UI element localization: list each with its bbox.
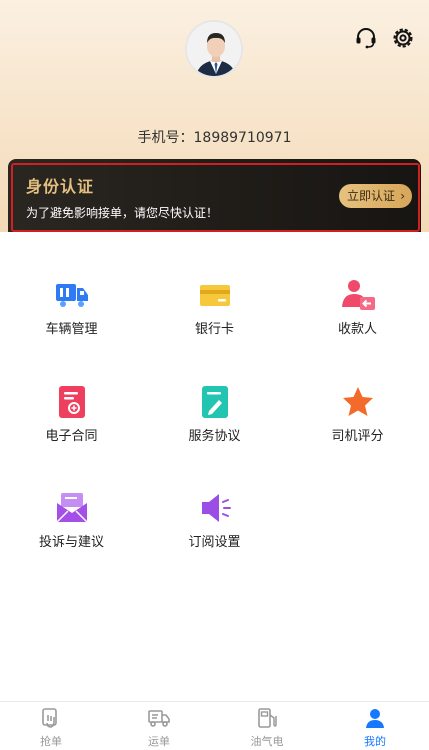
agreement-icon: [197, 384, 233, 420]
verify-description: 为了避免影响接单，请您尽快认证！: [26, 206, 219, 220]
menu-item-e-contract[interactable]: 电子合同: [0, 384, 143, 474]
envelope-icon: [54, 490, 90, 526]
menu-item-label: 服务协议: [188, 429, 241, 444]
gear-icon[interactable]: [391, 26, 415, 50]
menu-item-service-agreement[interactable]: 服务协议: [143, 384, 286, 474]
fuel-icon: [256, 707, 278, 729]
menu-item-vehicle[interactable]: 车辆管理: [0, 277, 143, 367]
truck-icon: [148, 707, 170, 729]
payee-icon: [340, 277, 376, 313]
menu-item-payee[interactable]: 收款人: [286, 277, 429, 367]
menu-item-label: 银行卡: [194, 322, 234, 337]
contract-icon: [54, 384, 90, 420]
tab-grab-order[interactable]: 抢单: [21, 707, 81, 749]
tab-waybill[interactable]: 运单: [129, 707, 189, 749]
tab-label: 油气电: [250, 735, 284, 748]
menu-item-label: 车辆管理: [45, 322, 98, 337]
tab-fuel[interactable]: 油气电: [237, 707, 297, 749]
menu-item-subscription[interactable]: 订阅设置: [143, 490, 286, 580]
verify-title: 身份认证: [26, 177, 95, 196]
phone-row: 手机号：18989710971: [0, 127, 429, 147]
menu-item-label: 投诉与建议: [38, 535, 104, 550]
tab-label: 运单: [148, 735, 170, 748]
menu-item-complaints[interactable]: 投诉与建议: [0, 490, 143, 580]
tab-mine[interactable]: 我的: [345, 707, 405, 749]
phone-label: 手机号：: [137, 130, 194, 146]
verify-now-button[interactable]: 立即认证 ›: [339, 184, 412, 208]
menu-item-driver-rating[interactable]: 司机评分: [286, 384, 429, 474]
person-icon: [364, 707, 386, 729]
chevron-right-icon: ›: [400, 189, 405, 203]
headset-icon[interactable]: [354, 26, 378, 50]
phone-number: 18989710971: [193, 130, 292, 146]
avatar[interactable]: [185, 20, 243, 78]
truck-icon: [54, 277, 90, 313]
menu-item-label: 订阅设置: [188, 535, 241, 550]
menu-item-label: 司机评分: [331, 429, 384, 444]
tab-label: 抢单: [40, 735, 62, 748]
menu-item-bank-card[interactable]: 银行卡: [143, 277, 286, 367]
star-icon: [340, 384, 376, 420]
menu-panel: 车辆管理 银行卡 收款人 电子合同 服务协议 司机评分 投诉与建议 订阅设置: [0, 232, 429, 702]
speaker-icon: [197, 490, 233, 526]
tab-label: 我的: [364, 735, 386, 748]
bottom-tab-bar: 抢单 运单 油气电 我的: [0, 701, 429, 750]
verify-now-label: 立即认证: [347, 189, 396, 203]
menu-item-label: 电子合同: [45, 429, 98, 444]
grab-order-icon: [40, 707, 62, 729]
bank-card-icon: [197, 277, 233, 313]
menu-item-label: 收款人: [337, 322, 377, 337]
